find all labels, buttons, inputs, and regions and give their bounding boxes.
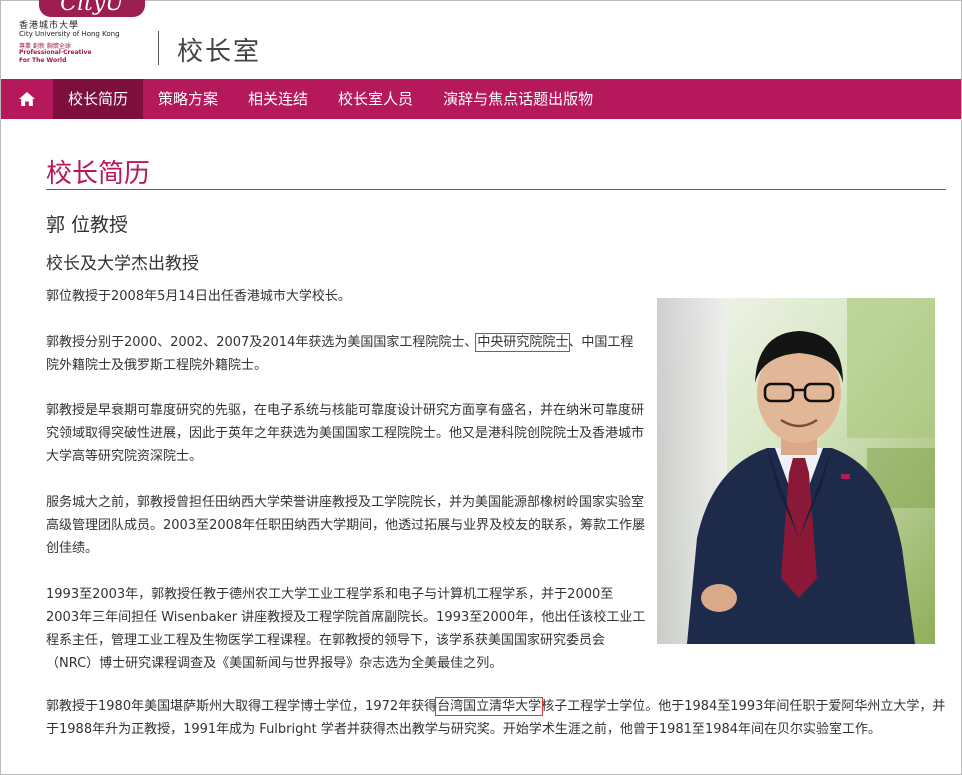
portrait-illustration <box>657 298 935 644</box>
main-nav: 校长简历 策略方案 相关连结 校长室人员 演辞与焦点话题出版物 <box>1 79 961 119</box>
president-role: 校长及大学杰出教授 <box>46 254 199 274</box>
title-divider <box>46 189 946 190</box>
header-divider <box>158 31 159 65</box>
page-title: 校长简历 <box>46 159 151 189</box>
president-name: 郭 位教授 <box>46 214 129 236</box>
president-photo <box>657 298 935 644</box>
nav-item-links[interactable]: 相关连结 <box>233 79 323 119</box>
bio-paragraph-6: 郭教授于1980年美国堪萨斯州大取得工程学博士学位，1972年获得台湾国立清华大… <box>46 695 951 741</box>
bio-paragraph-1: 郭位教授于2008年5月14日出任香港城市大学校长。 <box>46 289 351 304</box>
logo-english-name: City University of Hong Kong <box>19 30 120 38</box>
nav-item-strategy[interactable]: 策略方案 <box>143 79 233 119</box>
nav-item-speeches[interactable]: 演辞与焦点话题出版物 <box>428 79 608 119</box>
nav-item-staff[interactable]: 校长室人员 <box>323 79 428 119</box>
bio-paragraph-4: 服务城大之前，郭教授曾担任田纳西大学荣誉讲座教授及工学院院长，并为美国能源部橡树… <box>46 495 646 556</box>
highlight-academia-sinica: 中央研究院院士 <box>475 333 571 352</box>
bio-paragraph-5: 1993至2003年，郭教授任教于德州农工大学工业工程学系和电子与计算机工程学系… <box>46 587 646 671</box>
cityu-logo[interactable]: CityU 香港城市大學 City University of Hong Kon… <box>17 0 145 71</box>
highlight-academia-sinica-text: 中央研究院院士 <box>477 335 569 350</box>
site-title[interactable]: 校长室 <box>177 31 261 68</box>
home-icon <box>19 92 35 106</box>
bio-paragraph-2: 郭教授分别于2000、2002、2007及2014年获选为美国国家工程院院士、中… <box>46 331 646 377</box>
logo-tagline-en-2: For The World <box>19 57 67 64</box>
highlight-tsinghua: 台湾国立清华大学 <box>435 697 544 716</box>
logo-badge: CityU <box>39 0 145 17</box>
bio-paragraph-6-text-a: 郭教授于1980年美国堪萨斯州大取得工程学博士学位，1972年获得 <box>46 699 438 714</box>
bio-paragraph-3: 郭教授是早衰期可靠度研究的先驱，在电子系统与核能可靠度设计研究方面享有盛名，并在… <box>46 403 645 464</box>
logo-tagline-en-1: Professional·Creative <box>19 49 92 56</box>
bio-paragraph-2-text-a: 郭教授分别于2000、2002、2007及2014年获选为美国国家工程院院士、 <box>46 335 478 350</box>
header: CityU 香港城市大學 City University of Hong Kon… <box>1 0 961 79</box>
nav-item-biography[interactable]: 校长简历 <box>53 79 144 119</box>
highlight-tsinghua-text: 台湾国立清华大学 <box>437 699 542 714</box>
nav-home[interactable] <box>1 79 53 119</box>
